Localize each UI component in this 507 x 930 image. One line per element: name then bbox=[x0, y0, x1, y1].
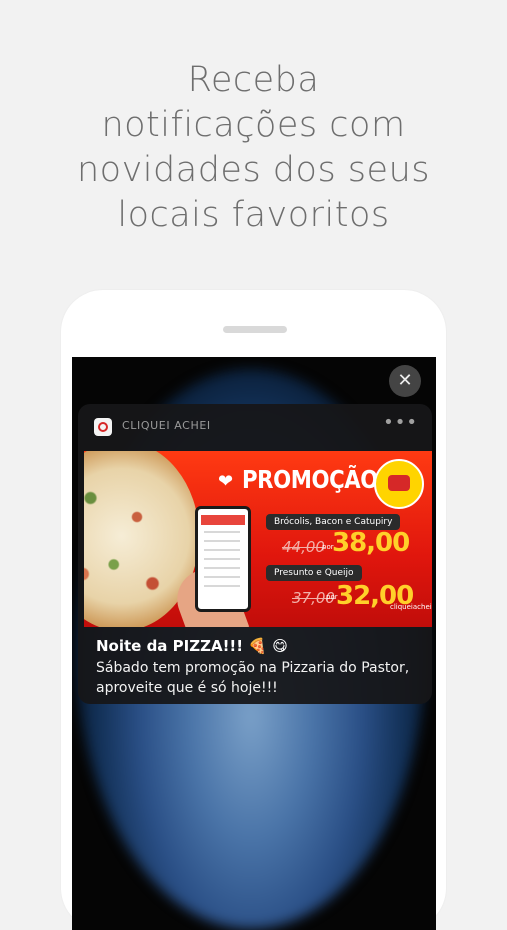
phone-mockup: ✕ CLIQUEI ACHEI ••• ❤ PROMOÇÃO Brócolis,… bbox=[61, 290, 446, 930]
notification-title: Noite da PIZZA!!! 🍕 😋 bbox=[96, 637, 288, 655]
promo-title: PROMOÇÃO bbox=[242, 465, 378, 494]
headline-line-2: notificações com bbox=[101, 105, 406, 145]
phone-speaker bbox=[223, 326, 287, 333]
promo-image: ❤ PROMOÇÃO Brócolis, Bacon e Catupiry 44… bbox=[84, 451, 432, 627]
headline-line-4: locais favoritos bbox=[117, 195, 390, 235]
headline: Receba notificações com novidades dos se… bbox=[0, 58, 507, 238]
notification-header: CLIQUEI ACHEI ••• bbox=[78, 404, 432, 448]
app-name: CLIQUEI ACHEI bbox=[122, 419, 211, 432]
close-icon: ✕ bbox=[397, 370, 413, 391]
pizzeria-logo bbox=[374, 459, 424, 509]
promo-brand: cliqueiachei bbox=[390, 603, 432, 611]
promo-item-1-old-price: 44,00 bbox=[282, 538, 325, 556]
phone-screen: ✕ CLIQUEI ACHEI ••• ❤ PROMOÇÃO Brócolis,… bbox=[72, 357, 436, 930]
push-notification[interactable]: CLIQUEI ACHEI ••• ❤ PROMOÇÃO Brócolis, B… bbox=[78, 404, 432, 704]
more-options-button[interactable]: ••• bbox=[383, 412, 418, 433]
notification-body: Sábado tem promoção na Pizzaria do Pasto… bbox=[96, 660, 410, 696]
headline-line-1: Receba bbox=[187, 60, 320, 100]
promo-item-1-new-price: 38,00 bbox=[332, 528, 410, 558]
promo-item-2-label: Presunto e Queijo bbox=[266, 565, 362, 581]
headline-line-3: novidades dos seus bbox=[77, 150, 430, 190]
close-button[interactable]: ✕ bbox=[389, 365, 421, 397]
app-icon bbox=[94, 418, 112, 436]
heart-icon: ❤ bbox=[218, 471, 234, 492]
promo-phone-image bbox=[195, 506, 251, 612]
